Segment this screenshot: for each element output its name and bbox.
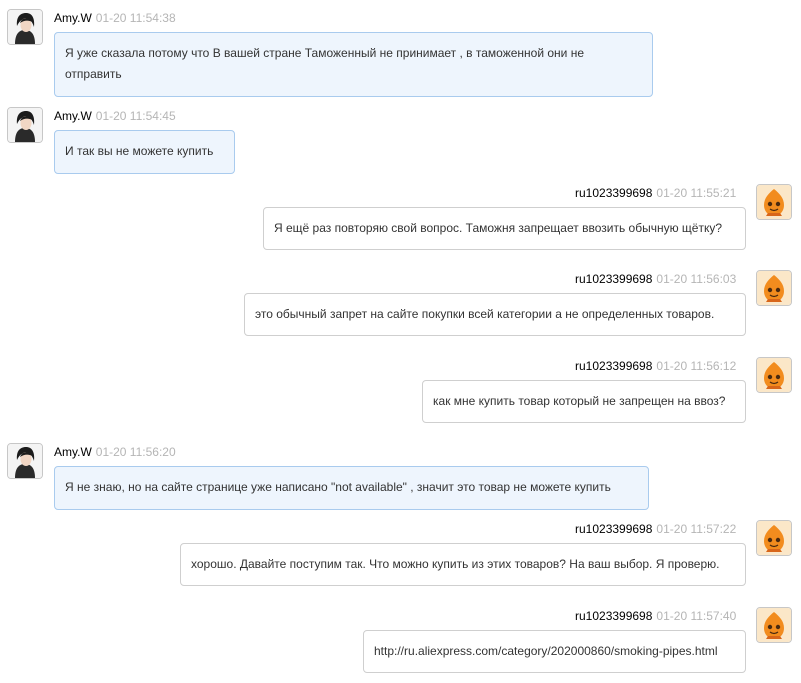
message-meta: Amy.W 01-20 11:54:45: [54, 109, 176, 123]
sender-name: ru1023399698: [575, 186, 653, 200]
message-bubble: Я не знаю, но на сайте странице уже напи…: [54, 466, 649, 510]
sender-name: Amy.W: [54, 109, 92, 123]
message-text: хорошо. Давайте поступим так. Что можно …: [191, 557, 720, 571]
message-bubble: это обычный запрет на сайте покупки всей…: [244, 293, 746, 336]
message-text: это обычный запрет на сайте покупки всей…: [255, 307, 715, 321]
user-avatar[interactable]: [756, 184, 792, 220]
message-meta: Amy.W 01-20 11:54:38: [54, 11, 176, 25]
user-avatar[interactable]: [7, 443, 43, 479]
message-meta: ru1023399698 01-20 11:55:21: [575, 186, 736, 200]
user-avatar[interactable]: [7, 107, 43, 143]
message-bubble: хорошо. Давайте поступим так. Что можно …: [180, 543, 746, 586]
woman-portrait-icon: [8, 10, 42, 44]
sender-name: ru1023399698: [575, 359, 653, 373]
message-time: 01-20 11:55:21: [656, 186, 737, 200]
user-avatar[interactable]: [756, 607, 792, 643]
orange-mascot-icon: [757, 271, 791, 305]
sender-name: ru1023399698: [575, 609, 653, 623]
message-time: 01-20 11:56:20: [95, 445, 176, 459]
message-text: Я уже сказала потому что В вашей стране …: [65, 46, 585, 81]
message-link[interactable]: http://ru.aliexpress.com/category/202000…: [374, 644, 718, 658]
message-meta: Amy.W 01-20 11:56:20: [54, 445, 176, 459]
message-time: 01-20 11:56:12: [656, 359, 737, 373]
user-avatar[interactable]: [756, 357, 792, 393]
message-text: Я ещё раз повторяю свой вопрос. Таможня …: [274, 221, 723, 235]
message-time: 01-20 11:57:22: [656, 522, 737, 536]
message-time: 01-20 11:54:38: [95, 11, 176, 25]
message-time: 01-20 11:56:03: [656, 272, 737, 286]
message-time: 01-20 11:54:45: [95, 109, 176, 123]
sender-name: ru1023399698: [575, 522, 653, 536]
message-meta: ru1023399698 01-20 11:57:40: [575, 609, 736, 623]
message-time: 01-20 11:57:40: [656, 609, 737, 623]
user-avatar[interactable]: [756, 270, 792, 306]
message-meta: ru1023399698 01-20 11:56:12: [575, 359, 736, 373]
user-avatar[interactable]: [7, 9, 43, 45]
message-text: Я не знаю, но на сайте странице уже напи…: [65, 480, 611, 494]
user-avatar[interactable]: [756, 520, 792, 556]
sender-name: ru1023399698: [575, 272, 653, 286]
woman-portrait-icon: [8, 108, 42, 142]
orange-mascot-icon: [757, 185, 791, 219]
woman-portrait-icon: [8, 444, 42, 478]
message-text: И так вы не можете купить: [65, 144, 214, 158]
message-bubble: И так вы не можете купить: [54, 130, 235, 174]
sender-name: Amy.W: [54, 11, 92, 25]
message-bubble: как мне купить товар который не запрещен…: [422, 380, 746, 423]
message-bubble: Я ещё раз повторяю свой вопрос. Таможня …: [263, 207, 746, 250]
chat-history: Amy.W 01-20 11:54:38 Я уже сказала потому…: [0, 0, 801, 683]
sender-name: Amy.W: [54, 445, 92, 459]
message-bubble: http://ru.aliexpress.com/category/202000…: [363, 630, 746, 673]
orange-mascot-icon: [757, 358, 791, 392]
orange-mascot-icon: [757, 608, 791, 642]
message-meta: ru1023399698 01-20 11:57:22: [575, 522, 736, 536]
message-meta: ru1023399698 01-20 11:56:03: [575, 272, 736, 286]
message-bubble: Я уже сказала потому что В вашей стране …: [54, 32, 653, 97]
orange-mascot-icon: [757, 521, 791, 555]
message-text: как мне купить товар который не запрещен…: [433, 394, 726, 408]
